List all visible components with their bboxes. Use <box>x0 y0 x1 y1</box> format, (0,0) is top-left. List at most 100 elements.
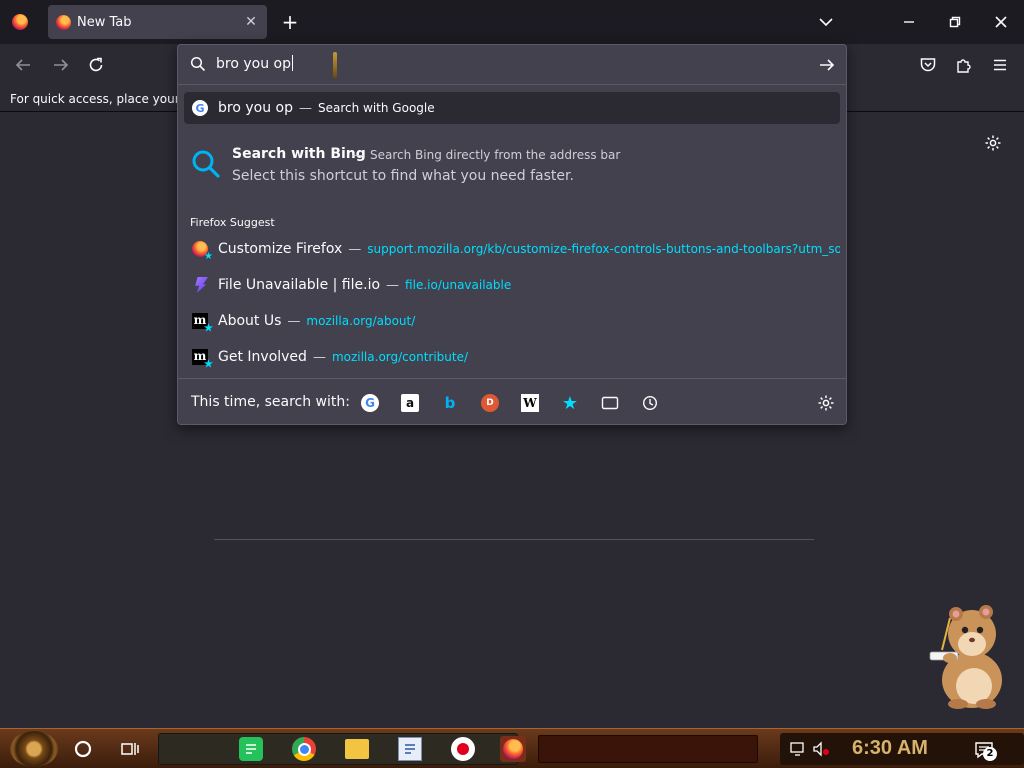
search-engine-duckduckgo-button[interactable]: D <box>481 394 499 412</box>
taskbar-empty-slot <box>538 735 758 763</box>
pocket-button[interactable] <box>919 56 937 74</box>
start-button[interactable] <box>10 731 58 767</box>
search-tabs-button[interactable] <box>601 394 619 412</box>
address-bar[interactable]: bro you op <box>178 45 846 85</box>
suggestion-url: support.mozilla.org/kb/customize-firefox… <box>367 242 840 256</box>
search-bookmarks-button[interactable]: ★ <box>561 393 579 414</box>
tab-icon <box>601 396 619 410</box>
separator: — <box>352 148 364 162</box>
search-engine-wikipedia-button[interactable]: W <box>521 394 539 412</box>
customize-new-tab-button[interactable] <box>984 134 1002 152</box>
go-button[interactable] <box>818 56 836 74</box>
back-button[interactable] <box>14 56 32 74</box>
new-tab-button[interactable]: + <box>280 10 300 34</box>
notes-app-icon[interactable] <box>239 737 263 761</box>
firefox-suggest-heading: Firefox Suggest <box>190 216 275 229</box>
recorder-app-icon[interactable] <box>451 737 475 761</box>
minimize-icon <box>904 21 914 23</box>
search-shortcut-tip[interactable]: Search with Bing — Search Bing directly … <box>178 140 846 206</box>
arrow-right-icon <box>820 59 835 71</box>
document-app-icon[interactable] <box>398 737 422 761</box>
task-view-icon <box>121 743 139 755</box>
mozilla-icon: m ★ <box>192 349 213 370</box>
hamburger-icon <box>994 59 1006 71</box>
tab-new-tab[interactable]: New Tab ✕ <box>48 5 267 39</box>
suggestion-action: Search with Google <box>317 101 435 115</box>
reload-icon <box>89 57 103 72</box>
tip-subtitle: Search Bing directly from the address ba… <box>370 148 621 162</box>
firefox-view-button[interactable] <box>0 0 40 44</box>
search-icon <box>190 148 222 180</box>
list-all-tabs-button[interactable] <box>816 12 836 32</box>
bookmark-star-icon: ★ <box>204 323 213 334</box>
extensions-button[interactable] <box>955 56 973 74</box>
search-history-button[interactable] <box>641 394 659 412</box>
suggestion-title: bro you op <box>218 100 293 116</box>
suggestion-row[interactable]: File Unavailable | file.io — file.io/una… <box>184 269 840 301</box>
search-settings-button[interactable] <box>817 394 835 412</box>
gear-icon <box>985 135 1001 151</box>
network-icon[interactable] <box>790 741 808 757</box>
address-bar-popup: bro you op G bro you op — Search with Go… <box>177 44 847 425</box>
suggestion-title: About Us <box>218 313 282 329</box>
pocket-icon <box>920 58 936 72</box>
separator: — <box>312 349 326 365</box>
tab-strip: New Tab ✕ + <box>0 0 1024 44</box>
app-menu-button[interactable] <box>991 56 1009 74</box>
one-off-search-bar: This time, search with: G a b D W ★ <box>178 378 846 424</box>
arrow-right-icon <box>54 59 69 71</box>
firefox-icon <box>12 14 28 30</box>
puzzle-icon <box>957 59 971 73</box>
arrow-left-icon <box>15 59 30 71</box>
suggestion-url: mozilla.org/contribute/ <box>331 350 469 364</box>
search-engine-bing-button[interactable]: b <box>441 394 459 412</box>
suggestion-row[interactable]: m ★ Get Involved — mozilla.org/contribute… <box>184 341 840 373</box>
address-input[interactable]: bro you op <box>216 55 293 72</box>
firefox-icon <box>56 14 71 30</box>
chrome-app-icon[interactable] <box>292 737 316 761</box>
suggestion-row[interactable]: m ★ About Us — mozilla.org/about/ <box>184 305 840 337</box>
separator: — <box>287 313 301 329</box>
search-engine-google-button[interactable]: G <box>361 394 379 412</box>
suggestion-row[interactable]: ★ Customize Firefox — support.mozilla.or… <box>184 233 840 265</box>
fileio-icon <box>192 277 208 293</box>
close-icon <box>995 16 1007 28</box>
bookmarks-toolbar-hint: For quick access, place your bookmarks h… <box>10 92 180 106</box>
cortana-circle-icon <box>74 740 92 758</box>
bookmark-star-icon: ★ <box>204 359 213 370</box>
search-engine-amazon-button[interactable]: a <box>401 394 419 412</box>
reload-button[interactable] <box>87 56 105 74</box>
chevron-down-icon <box>819 18 833 27</box>
suggestion-title: Get Involved <box>218 349 307 365</box>
suggestion-title: File Unavailable | file.io <box>218 277 381 293</box>
suggestion-url: mozilla.org/about/ <box>306 314 416 328</box>
bookmark-star-icon: ★ <box>204 251 213 262</box>
suggestion-title: Customize Firefox <box>218 241 343 257</box>
search-button[interactable] <box>72 738 94 760</box>
suggestion-url: file.io/unavailable <box>405 278 512 292</box>
text-cursor-icon <box>333 52 337 78</box>
volume-muted-icon[interactable] <box>812 741 830 757</box>
new-tab-search-box <box>214 530 814 540</box>
task-view-button[interactable] <box>120 739 140 759</box>
close-tab-icon[interactable]: ✕ <box>243 14 259 30</box>
separator: — <box>348 241 362 257</box>
clock-icon <box>642 395 658 411</box>
separator: — <box>298 100 312 116</box>
forward-button[interactable] <box>52 56 70 74</box>
one-off-label: This time, search with: <box>191 394 350 410</box>
notification-count-badge: 2 <box>983 747 997 761</box>
file-explorer-icon[interactable] <box>345 739 369 759</box>
restore-button[interactable] <box>932 0 978 44</box>
mozilla-icon: m ★ <box>192 313 213 334</box>
firefox-taskbar-icon[interactable] <box>500 736 526 762</box>
minimize-button[interactable] <box>886 0 932 44</box>
clock[interactable]: 6:30 AM <box>852 737 928 760</box>
close-window-button[interactable] <box>978 0 1024 44</box>
tip-title: Search with Bing <box>232 146 366 162</box>
tab-title: New Tab <box>77 14 132 30</box>
tip-description: Select this shortcut to find what you ne… <box>232 168 574 184</box>
suggestion-search-google[interactable]: G bro you op — Search with Google <box>184 92 840 124</box>
taskbar: 6:30 AM 2 <box>0 728 1024 768</box>
restore-icon <box>949 16 961 28</box>
